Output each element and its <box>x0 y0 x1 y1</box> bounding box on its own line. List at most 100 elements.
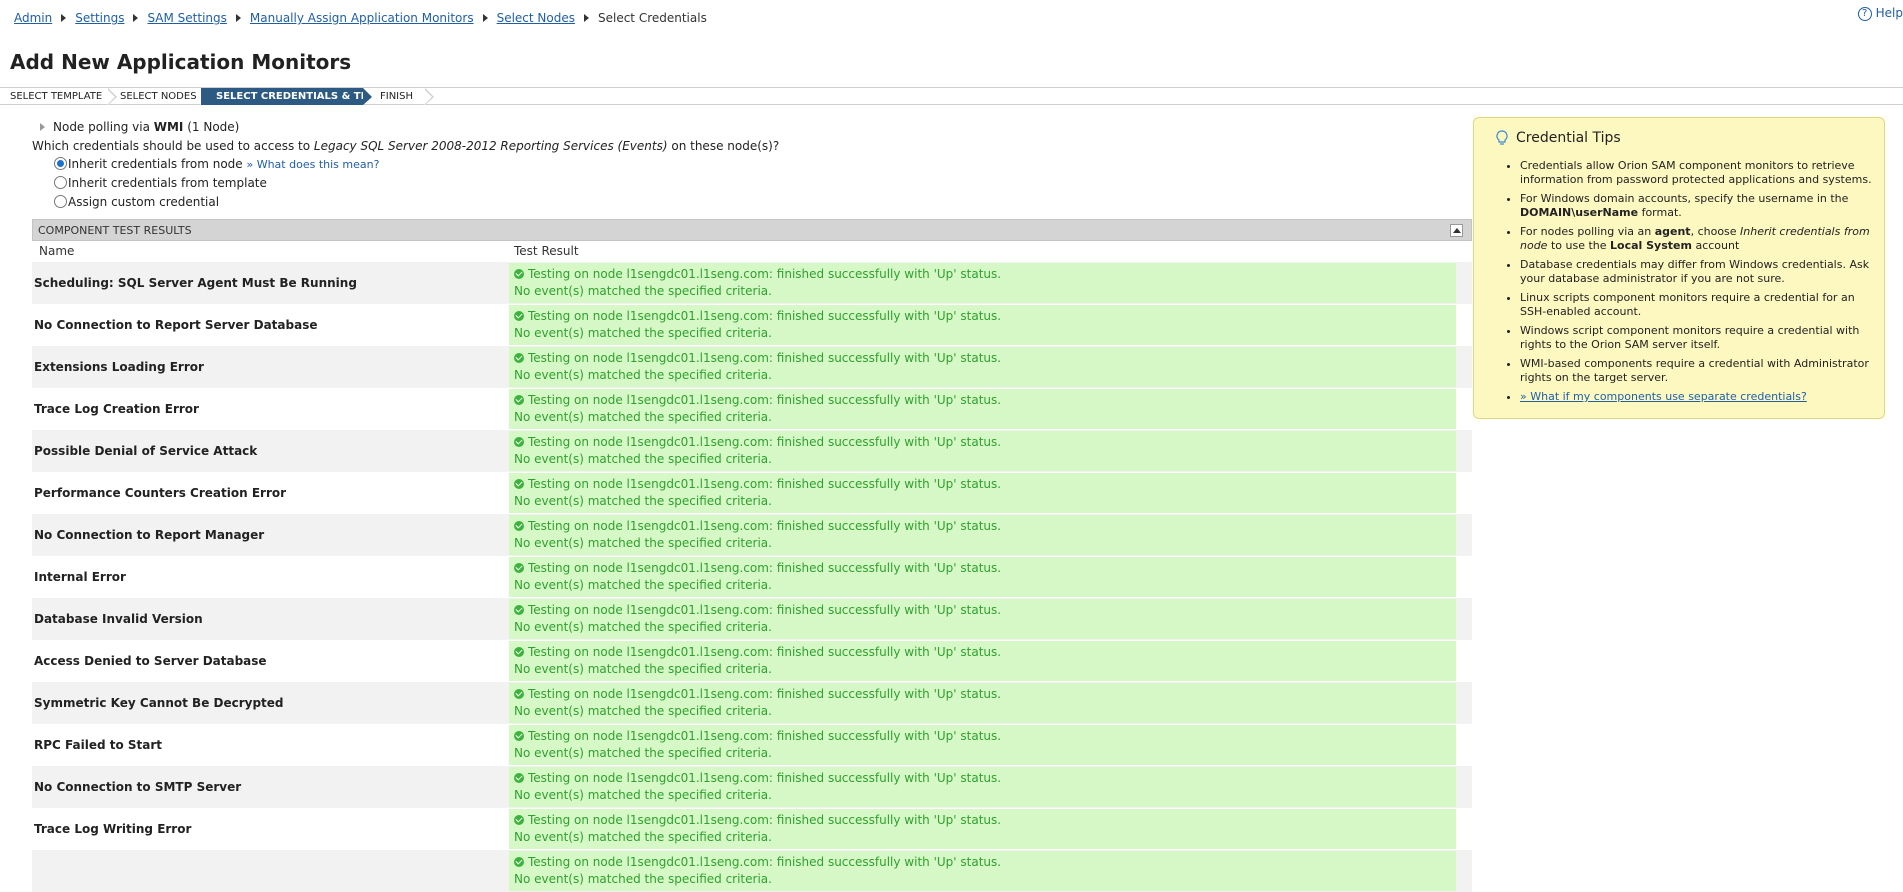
radio-button[interactable] <box>54 157 67 170</box>
test-result-detail: No event(s) matched the specified criter… <box>514 536 772 550</box>
test-result: Testing on node l1sengdc01.l1seng.com: f… <box>509 347 1456 387</box>
breadcrumb-select-nodes[interactable]: Select Nodes <box>497 11 575 25</box>
test-result: Testing on node l1sengdc01.l1seng.com: f… <box>509 557 1456 597</box>
breadcrumb-manually-assign[interactable]: Manually Assign Application Monitors <box>250 11 474 25</box>
node-polling-method: WMI <box>153 120 184 134</box>
table-row: Symmetric Key Cannot Be Decrypted Testing… <box>32 682 1472 724</box>
radio-inherit-node[interactable]: Inherit credentials from node » What doe… <box>54 157 379 171</box>
table-row: No Connection to Report Manager Testing o… <box>32 514 1472 556</box>
test-result: Testing on node l1sengdc01.l1seng.com: f… <box>509 389 1456 429</box>
breadcrumb-separator-icon <box>133 14 139 22</box>
wizard-step-select-template: SELECT TEMPLATE <box>0 88 117 105</box>
tip-item: Credentials allow Orion SAM component mo… <box>1520 159 1872 187</box>
breadcrumb-separator-icon <box>583 14 589 22</box>
tip-text: For nodes polling via an <box>1520 225 1655 238</box>
separate-credentials-link[interactable]: » What if my components use separate cre… <box>1520 390 1807 403</box>
table-row: RPC Failed to Start Testing on node l1sen… <box>32 724 1472 766</box>
tips-title-text: Credential Tips <box>1516 130 1621 146</box>
test-result-detail: No event(s) matched the specified criter… <box>514 284 772 298</box>
table-row: Access Denied to Server Database Testing … <box>32 640 1472 682</box>
test-result-status: Testing on node l1sengdc01.l1seng.com: f… <box>514 560 1456 577</box>
breadcrumb-settings[interactable]: Settings <box>75 11 124 25</box>
table-row: Performance Counters Creation Error Testi… <box>32 472 1472 514</box>
success-check-icon <box>514 437 524 447</box>
table-row: Possible Denial of Service Attack Testing… <box>32 430 1472 472</box>
tip-text: , choose <box>1690 225 1741 238</box>
question-suffix: on these node(s)? <box>671 139 780 153</box>
component-name: RPC Failed to Start <box>34 738 163 752</box>
test-result: Testing on node l1sengdc01.l1seng.com: f… <box>509 683 1456 723</box>
component-name: Symmetric Key Cannot Be Decrypted <box>34 696 284 710</box>
wizard-step-label: SELECT CREDENTIALS & TEST <box>216 91 382 102</box>
wizard-step-label: SELECT NODES <box>120 91 197 102</box>
test-result-status: Testing on node l1sengdc01.l1seng.com: f… <box>514 686 1456 703</box>
radio-button[interactable] <box>54 195 67 208</box>
success-check-icon <box>514 857 524 867</box>
table-row: Scheduling: SQL Server Agent Must Be Run… <box>32 262 1472 304</box>
tip-emphasis: DOMAIN\userName <box>1520 206 1639 219</box>
test-result-status: Testing on node l1sengdc01.l1seng.com: f… <box>514 812 1456 829</box>
test-result: Testing on node l1sengdc01.l1seng.com: f… <box>509 263 1456 303</box>
test-result-status: Testing on node l1sengdc01.l1seng.com: f… <box>514 308 1456 325</box>
credentials-question: Which credentials should be used to acce… <box>32 139 779 153</box>
test-result-status: Testing on node l1sengdc01.l1seng.com: f… <box>514 770 1456 787</box>
node-polling-count: (1 Node) <box>187 120 240 134</box>
component-name: Extensions Loading Error <box>34 360 204 374</box>
test-result: Testing on node l1sengdc01.l1seng.com: f… <box>509 809 1456 849</box>
table-row: Testing on node l1sengdc01.l1seng.com: f… <box>32 850 1472 892</box>
test-result-detail: No event(s) matched the specified criter… <box>514 872 772 886</box>
test-result-status: Testing on node l1sengdc01.l1seng.com: f… <box>514 518 1456 535</box>
breadcrumb-current: Select Credentials <box>597 11 707 25</box>
radio-button[interactable] <box>54 176 67 189</box>
test-result-status: Testing on node l1sengdc01.l1seng.com: f… <box>514 644 1456 661</box>
tips-title: Credential Tips <box>1496 130 1872 146</box>
component-name: Access Denied to Server Database <box>34 654 267 668</box>
test-result: Testing on node l1sengdc01.l1seng.com: f… <box>509 473 1456 513</box>
component-test-results: COMPONENT TEST RESULTS Name Test Result … <box>32 219 1472 892</box>
column-name: Name <box>39 244 75 258</box>
test-result-detail: No event(s) matched the specified criter… <box>514 368 772 382</box>
tip-text: Database credentials may differ from Win… <box>1520 258 1870 285</box>
breadcrumb-admin[interactable]: Admin <box>14 11 52 25</box>
table-row: Extensions Loading Error Testing on node … <box>32 346 1472 388</box>
test-result-detail: No event(s) matched the specified criter… <box>514 410 772 424</box>
radio-inherit-template[interactable]: Inherit credentials from template <box>54 176 267 190</box>
tip-item: Linux scripts component monitors require… <box>1520 291 1872 319</box>
tip-text: Credentials allow Orion SAM component mo… <box>1520 159 1872 186</box>
what-does-this-mean-link[interactable]: » What does this mean? <box>246 158 379 171</box>
test-result-detail: No event(s) matched the specified criter… <box>514 326 772 340</box>
component-name: Database Invalid Version <box>34 612 203 626</box>
help-label: Help <box>1875 6 1903 20</box>
wizard-step-label: SELECT TEMPLATE <box>10 91 103 102</box>
collapse-icon[interactable] <box>1450 224 1463 237</box>
step-arrow-icon <box>424 88 434 105</box>
help-link[interactable]: ? Help <box>1857 6 1903 21</box>
component-name: Performance Counters Creation Error <box>34 486 287 500</box>
success-check-icon <box>514 353 524 363</box>
success-check-icon <box>514 311 524 321</box>
component-name: Scheduling: SQL Server Agent Must Be Run… <box>34 276 357 290</box>
breadcrumb: Admin Settings SAM Settings Manually Assign… <box>14 11 707 25</box>
test-result-status: Testing on node l1sengdc01.l1seng.com: f… <box>514 602 1456 619</box>
test-result-status: Testing on node l1sengdc01.l1seng.com: f… <box>514 434 1456 451</box>
test-result-detail: No event(s) matched the specified criter… <box>514 704 772 718</box>
radio-custom-credential[interactable]: Assign custom credential <box>54 195 219 209</box>
breadcrumb-sam-settings[interactable]: SAM Settings <box>147 11 226 25</box>
column-test-result: Test Result <box>514 244 579 258</box>
tip-item: Database credentials may differ from Win… <box>1520 258 1872 286</box>
tip-item: For Windows domain accounts, specify the… <box>1520 192 1872 220</box>
tip-text: Windows script component monitors requir… <box>1520 324 1860 351</box>
test-result-detail: No event(s) matched the specified criter… <box>514 578 772 592</box>
test-result: Testing on node l1sengdc01.l1seng.com: f… <box>509 851 1456 891</box>
tips-list: Credentials allow Orion SAM component mo… <box>1496 159 1872 404</box>
node-polling-toggle[interactable]: Node polling via WMI (1 Node) <box>40 120 239 134</box>
test-result-status: Testing on node l1sengdc01.l1seng.com: f… <box>514 728 1456 745</box>
success-check-icon <box>514 479 524 489</box>
test-result-detail: No event(s) matched the specified criter… <box>514 746 772 760</box>
tip-item: WMI-based components require a credentia… <box>1520 357 1872 385</box>
success-check-icon <box>514 395 524 405</box>
test-result: Testing on node l1sengdc01.l1seng.com: f… <box>509 599 1456 639</box>
test-result-detail: No event(s) matched the specified criter… <box>514 620 772 634</box>
success-check-icon <box>514 731 524 741</box>
wizard-step-select-nodes: SELECT NODES <box>108 88 210 105</box>
